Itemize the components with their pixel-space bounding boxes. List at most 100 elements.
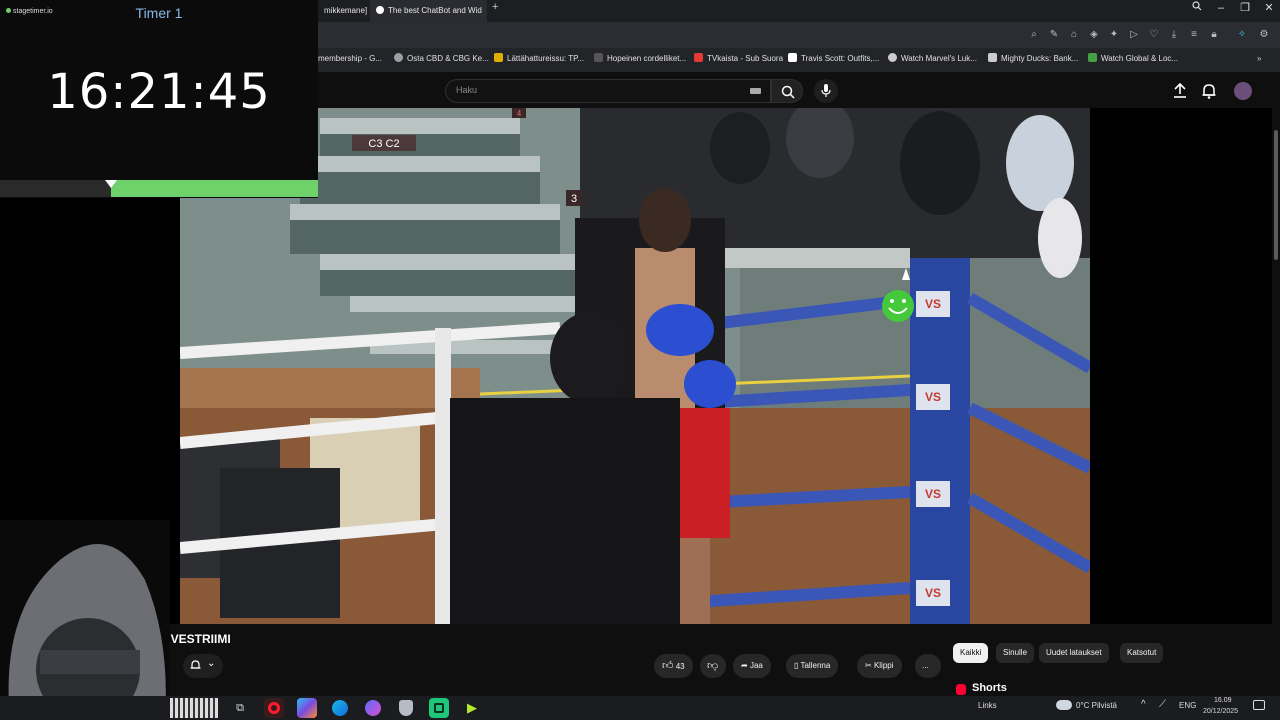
weather-readout[interactable]: 0°C Pilvistä: [1076, 701, 1117, 710]
chat-app-icon[interactable]: [429, 698, 449, 718]
toolbar-profile-icon[interactable]: ✧: [1235, 28, 1249, 42]
section-sign-4: 4: [517, 109, 522, 118]
save-label: Tallenna: [800, 661, 831, 670]
notification-center-icon[interactable]: [1253, 700, 1265, 710]
like-button[interactable]: 👍︎ 43: [654, 654, 693, 678]
search-placeholder: Haku: [456, 85, 478, 95]
chip-new-uploads[interactable]: Uudet lataukset: [1039, 643, 1109, 663]
chevron-down-icon: ⌄: [207, 658, 216, 669]
chip-for-you[interactable]: Sinulle: [996, 643, 1035, 663]
scrollbar-thumb[interactable]: [1274, 130, 1278, 260]
kt-favicon-icon: [594, 53, 603, 62]
vs-logo-pad: VS: [925, 390, 941, 404]
chip-label: Katsotut: [1127, 648, 1157, 657]
notifications-bell-icon[interactable]: [1200, 82, 1218, 100]
messenger-icon[interactable]: [363, 698, 383, 718]
search-tabs-icon[interactable]: [1185, 0, 1209, 22]
channel-name[interactable]: LIVESTRIIMI: [160, 632, 231, 646]
clock-time[interactable]: 16.09: [1214, 697, 1232, 704]
clock-date[interactable]: 20/12/2025: [1203, 708, 1238, 715]
bookmark-item[interactable]: Lättähattureissu: TP...: [494, 50, 584, 68]
search-button[interactable]: [771, 79, 803, 103]
clip-button[interactable]: ✂ Klippi: [857, 654, 902, 678]
taskbar-search-thumbnail[interactable]: [170, 698, 218, 718]
bookmark-label: Osta CBD & CBG Ke...: [407, 54, 489, 63]
bookmark-item[interactable]: Mighty Ducks: Bank...: [988, 50, 1078, 68]
keyboard-icon[interactable]: [750, 88, 761, 94]
tray-overflow-chevron-icon[interactable]: ^: [1141, 699, 1146, 710]
bookmark-item[interactable]: Watch Marvel's Luk...: [888, 50, 977, 68]
toolbar-edit-icon[interactable]: ✎: [1047, 28, 1061, 42]
bookmark-label: Watch Marvel's Luk...: [901, 54, 977, 63]
minimize-window-icon[interactable]: –: [1209, 0, 1233, 22]
toolbar-search-icon[interactable]: ⌕: [1027, 28, 1041, 42]
network-icon[interactable]: ⟋: [1159, 699, 1166, 710]
vs-logo-pad: VS: [925, 586, 941, 600]
chip-label: Sinulle: [1003, 648, 1028, 657]
vs-logo-pad: VS: [925, 487, 941, 501]
copilot-icon[interactable]: [297, 698, 317, 718]
shorts-icon: [956, 684, 966, 695]
bookmark-item[interactable]: Travis Scott: Outfits,...: [788, 50, 879, 68]
global-favicon-icon: [1088, 53, 1097, 62]
tvkaista-favicon-icon: [694, 53, 703, 62]
bookmark-label: Watch Global & Loc...: [1101, 54, 1179, 63]
restore-window-icon[interactable]: ❐: [1233, 0, 1257, 22]
tray-links-toolbar[interactable]: Links: [978, 701, 997, 710]
share-button[interactable]: ➦ Jaa: [733, 654, 771, 678]
section-sign-3: 3: [571, 193, 577, 205]
chip-watched[interactable]: Katsotut: [1120, 643, 1164, 663]
toolbar-home-icon[interactable]: ⌂: [1067, 28, 1081, 42]
stream-app-icon[interactable]: ▶: [462, 698, 482, 718]
close-window-icon[interactable]: ✕: [1257, 0, 1280, 22]
save-button[interactable]: ▯ Tallenna: [786, 654, 839, 678]
bookmark-item[interactable]: TVkaista - Sub Suora: [694, 50, 783, 68]
avatar[interactable]: [1234, 82, 1252, 100]
section-sign-c3-c2: C3 C2: [368, 138, 399, 150]
bookmark-label: membership - G...: [318, 54, 383, 63]
edge-browser-icon[interactable]: [330, 698, 350, 718]
toolbar-lock-icon[interactable]: 🔒︎: [1207, 28, 1221, 42]
browser-tab-active[interactable]: The best ChatBot and Wid: [370, 0, 487, 22]
bookmarks-overflow-chevron-icon[interactable]: »: [1257, 50, 1261, 68]
upload-icon[interactable]: [1171, 82, 1189, 100]
chip-label: Kaikki: [960, 648, 982, 657]
bookmark-label: Travis Scott: Outfits,...: [801, 54, 880, 63]
folder-icon: [494, 53, 503, 62]
opera-browser-icon[interactable]: [264, 698, 284, 718]
tab-label: mikkemane]: [324, 6, 368, 15]
new-tab-plus-icon[interactable]: +: [492, 0, 498, 22]
vs-logo-pad: VS: [925, 297, 941, 311]
subscribe-notification-button[interactable]: ⌄: [183, 654, 223, 678]
timer-title: Timer 1: [135, 5, 183, 21]
timer-countdown: 16:21:45: [47, 64, 271, 120]
tab-label: The best ChatBot and Wid: [388, 6, 482, 15]
bookmark-label: TVkaista - Sub Suora: [707, 54, 784, 63]
chip-all[interactable]: Kaikki: [953, 643, 989, 663]
share-label: Jaa: [749, 661, 763, 670]
more-actions-button[interactable]: ...: [915, 654, 941, 678]
bookmark-label: Mighty Ducks: Bank...: [1001, 54, 1079, 63]
vpn-shield-icon[interactable]: [396, 698, 416, 718]
input-language[interactable]: ENG: [1179, 701, 1196, 710]
toolbar-shield-icon[interactable]: ◈: [1087, 28, 1101, 42]
toolbar-play-icon[interactable]: ▷: [1127, 28, 1141, 42]
toolbar-settings-icon[interactable]: ⚙: [1257, 28, 1271, 42]
bookmark-item[interactable]: membership - G...: [318, 50, 382, 68]
thumbs-up-icon: 👍︎: [662, 660, 674, 672]
bell-icon: [190, 660, 201, 669]
dislike-button[interactable]: 👎︎: [700, 654, 726, 678]
microphone-icon: [821, 84, 831, 97]
toolbar-menu-icon[interactable]: ≡: [1187, 28, 1201, 42]
toolbar-download-icon[interactable]: ⤓: [1167, 28, 1181, 42]
bookmark-item[interactable]: Watch Global & Loc...: [1088, 50, 1178, 68]
timer-progress-marker-icon: [105, 180, 117, 188]
voice-search-button[interactable]: [814, 79, 838, 103]
bookmark-item[interactable]: Hopeinen cordelliket...: [594, 50, 686, 68]
task-view-icon[interactable]: ⧉: [230, 698, 250, 718]
toolbar-heart-icon[interactable]: ♡: [1147, 28, 1161, 42]
search-input[interactable]: Haku: [445, 79, 771, 103]
toolbar-extension-icon[interactable]: ✦: [1107, 28, 1121, 42]
browser-tab[interactable]: mikkemane]: [318, 0, 373, 22]
bookmark-item[interactable]: Osta CBD & CBG Ke...: [394, 50, 489, 68]
